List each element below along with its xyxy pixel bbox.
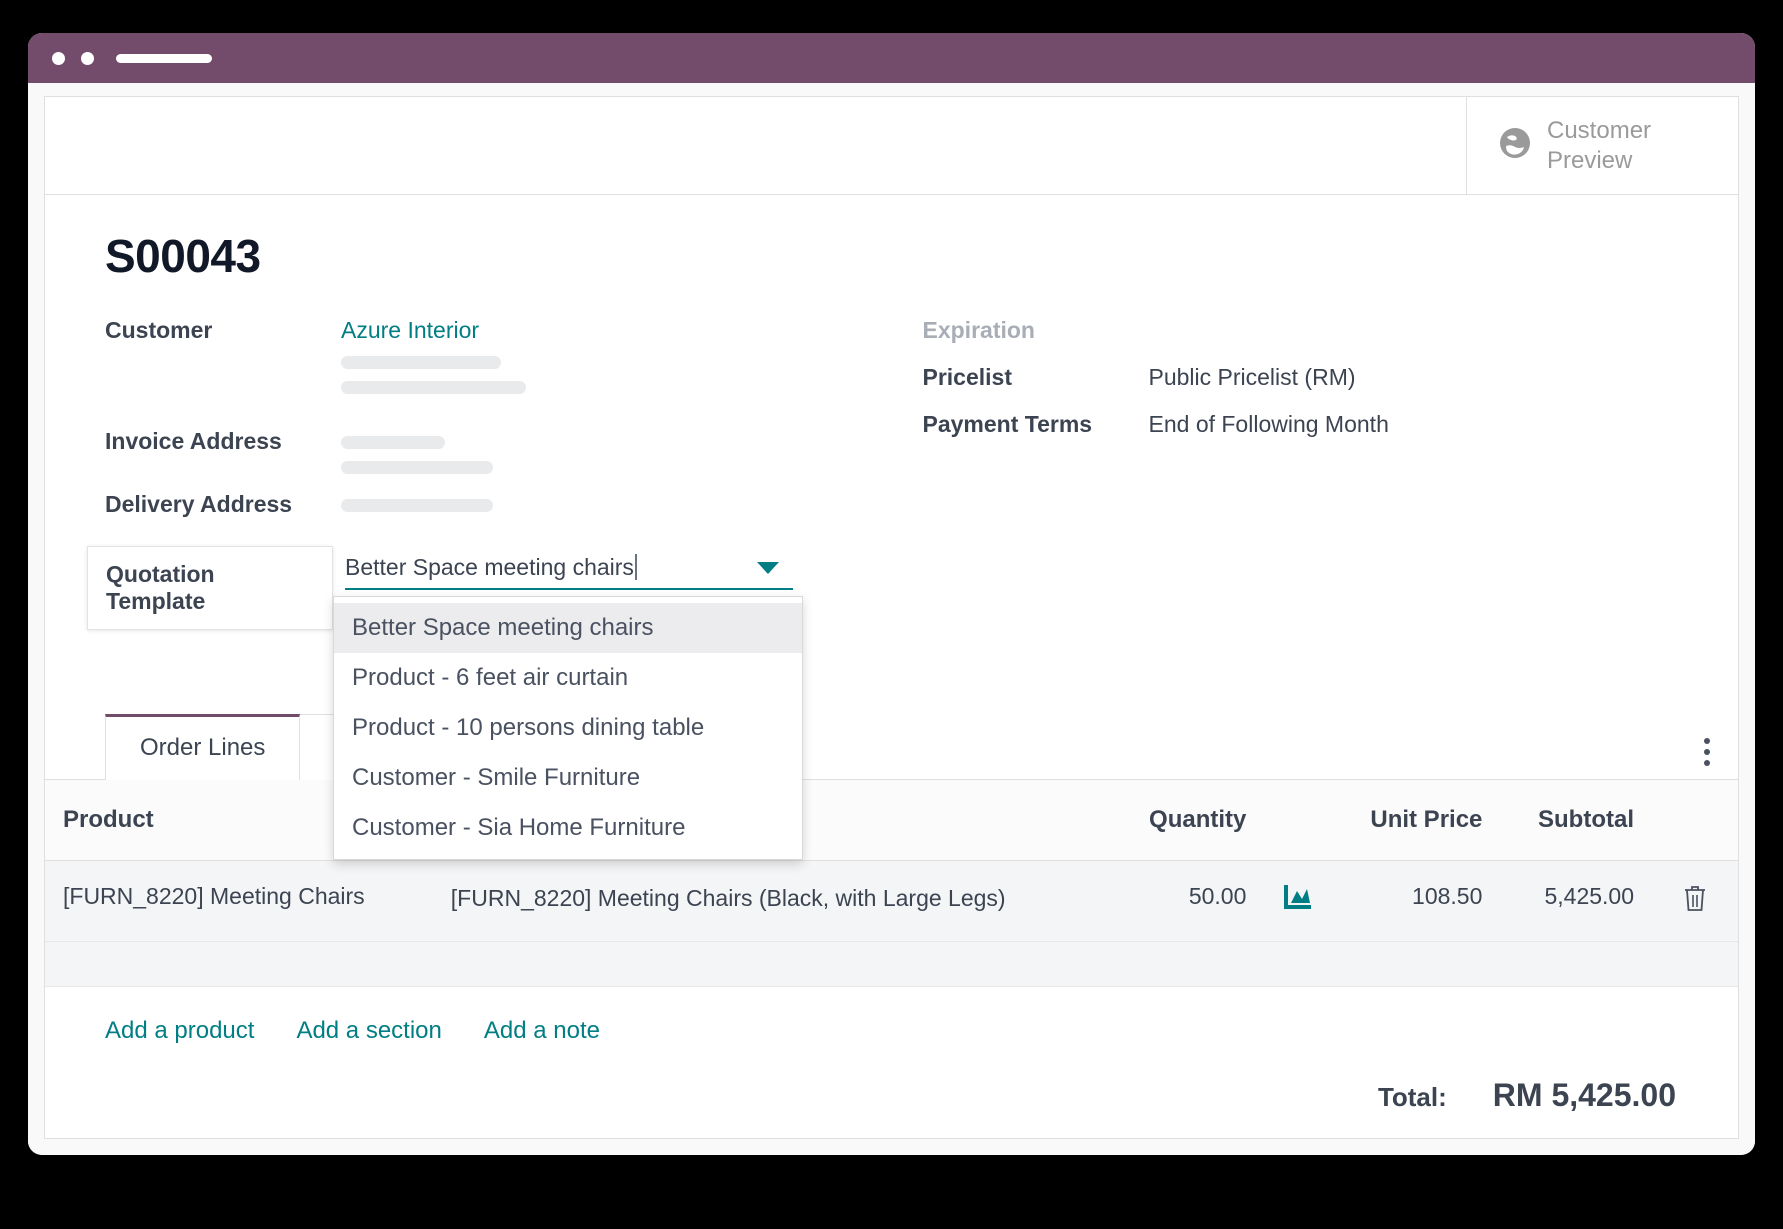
chevron-down-icon[interactable] [757, 562, 779, 574]
cell-product[interactable]: [FURN_8220] Meeting Chairs [45, 861, 433, 942]
field-label-customer: Customer [105, 317, 341, 344]
page-title: S00043 [105, 229, 1678, 283]
dropdown-option-3[interactable]: Customer - Smile Furniture [334, 753, 802, 803]
column-header-actions [1652, 780, 1738, 861]
column-header-subtotal[interactable]: Subtotal [1500, 780, 1652, 861]
totals-section: Total: RM 5,425.00 [45, 1045, 1738, 1114]
quotation-template-input-line[interactable]: Better Space meeting chairs [345, 554, 793, 590]
form-column-right: Expiration Pricelist Public Pricelist (R… [892, 317, 1679, 630]
field-value-delivery-address-stack[interactable] [341, 491, 493, 512]
cell-delete[interactable] [1652, 861, 1738, 942]
form-body: S00043 Customer Azure Interior [45, 195, 1738, 630]
cell-subtotal: 5,425.00 [1500, 861, 1652, 942]
cell-quantity[interactable]: 50.00 [1111, 861, 1264, 942]
text-cursor [635, 554, 637, 580]
notebook-tab-strip: Order Lines O [45, 714, 1738, 780]
order-lines-head: Product Quantity Unit Price Subtotal [45, 780, 1738, 861]
field-value-invoice-address-stack[interactable] [341, 428, 493, 474]
total-amount: RM 5,425.00 [1493, 1077, 1676, 1114]
field-label-payment-terms: Payment Terms [923, 411, 1149, 438]
field-label-quotation-template: Quotation Template [87, 546, 333, 630]
invoice-address-bar-1 [341, 436, 445, 449]
address-bar-placeholder [116, 54, 212, 63]
dot-1 [1704, 738, 1710, 744]
add-a-note-link[interactable]: Add a note [484, 1017, 600, 1045]
delivery-address-bar-1 [341, 499, 493, 512]
field-label-expiration: Expiration [923, 317, 1149, 344]
field-value-customer-stack: Azure Interior [341, 317, 526, 394]
dropdown-option-4[interactable]: Customer - Sia Home Furniture [334, 803, 802, 853]
field-value-payment-terms[interactable]: End of Following Month [1149, 411, 1389, 438]
form-column-left: Customer Azure Interior Invoice Address [105, 317, 892, 630]
column-header-chart [1264, 780, 1330, 861]
add-a-section-link[interactable]: Add a section [296, 1017, 441, 1045]
spacer-cell [45, 942, 1738, 987]
add-a-product-link[interactable]: Add a product [105, 1017, 254, 1045]
dropdown-option-0[interactable]: Better Space meeting chairs [334, 603, 802, 653]
column-header-quantity[interactable]: Quantity [1111, 780, 1264, 861]
table-row[interactable]: [FURN_8220] Meeting Chairs [FURN_8220] M… [45, 861, 1738, 942]
customer-address-bar-2 [341, 381, 526, 394]
area-chart-icon[interactable] [1282, 890, 1312, 916]
customer-preview-label: Customer Preview [1547, 116, 1714, 176]
order-lines-body: [FURN_8220] Meeting Chairs [FURN_8220] M… [45, 861, 1738, 987]
order-lines-header-row: Product Quantity Unit Price Subtotal [45, 780, 1738, 861]
quotation-template-input[interactable]: Better Space meeting chairs [345, 554, 757, 581]
globe-icon [1497, 125, 1533, 166]
field-label-pricelist: Pricelist [923, 364, 1149, 391]
vertical-dots-icon[interactable] [1700, 734, 1714, 770]
cell-forecast[interactable] [1264, 861, 1330, 942]
dot-2 [1704, 749, 1710, 755]
field-payment-terms: Payment Terms End of Following Month [923, 411, 1679, 468]
notebook: Order Lines O Product Quantity [45, 714, 1738, 1114]
window-dot-2 [81, 52, 94, 65]
field-delivery-address: Delivery Address [105, 491, 882, 548]
dropdown-option-2[interactable]: Product - 10 persons dining table [334, 703, 802, 753]
field-label-delivery-address: Delivery Address [105, 491, 341, 518]
field-customer: Customer Azure Interior [105, 317, 882, 394]
fields-grid: Customer Azure Interior Invoice Address [105, 317, 1678, 630]
tab-order-lines[interactable]: Order Lines [105, 714, 300, 780]
field-value-pricelist[interactable]: Public Pricelist (RM) [1149, 364, 1356, 391]
quotation-template-control: Better Space meeting chairs Better Space… [345, 554, 793, 590]
window-title-bar [28, 33, 1755, 83]
browser-window: Customer Preview S00043 Customer Azure I… [28, 33, 1755, 1155]
trash-icon[interactable] [1681, 892, 1709, 918]
dot-3 [1704, 760, 1710, 766]
quotation-form-sheet: Customer Preview S00043 Customer Azure I… [44, 96, 1739, 1139]
invoice-address-bar-2 [341, 461, 493, 474]
field-quotation-template: Quotation Template Better Space meeting … [105, 554, 882, 630]
cell-unit-price[interactable]: 108.50 [1330, 861, 1500, 942]
customer-address-bar-1 [341, 356, 501, 369]
column-header-unit-price[interactable]: Unit Price [1330, 780, 1500, 861]
sheet-background: Customer Preview S00043 Customer Azure I… [28, 83, 1755, 1155]
window-dot-1 [52, 52, 65, 65]
quotation-template-dropdown: Better Space meeting chairs Product - 6 … [333, 596, 803, 860]
table-row-spacer [45, 942, 1738, 987]
order-lines-table: Product Quantity Unit Price Subtotal [FU… [45, 780, 1738, 987]
cell-description[interactable]: [FURN_8220] Meeting Chairs (Black, with … [433, 861, 1111, 942]
customer-link[interactable]: Azure Interior [341, 317, 526, 344]
stat-button-box: Customer Preview [45, 97, 1738, 195]
dropdown-option-1[interactable]: Product - 6 feet air curtain [334, 653, 802, 703]
total-label: Total: [1378, 1082, 1447, 1113]
add-line-links: Add a product Add a section Add a note [45, 987, 1738, 1045]
quotation-template-input-value: Better Space meeting chairs [345, 554, 634, 580]
customer-preview-button[interactable]: Customer Preview [1466, 97, 1738, 194]
field-invoice-address: Invoice Address [105, 428, 882, 485]
field-label-invoice-address: Invoice Address [105, 428, 341, 455]
